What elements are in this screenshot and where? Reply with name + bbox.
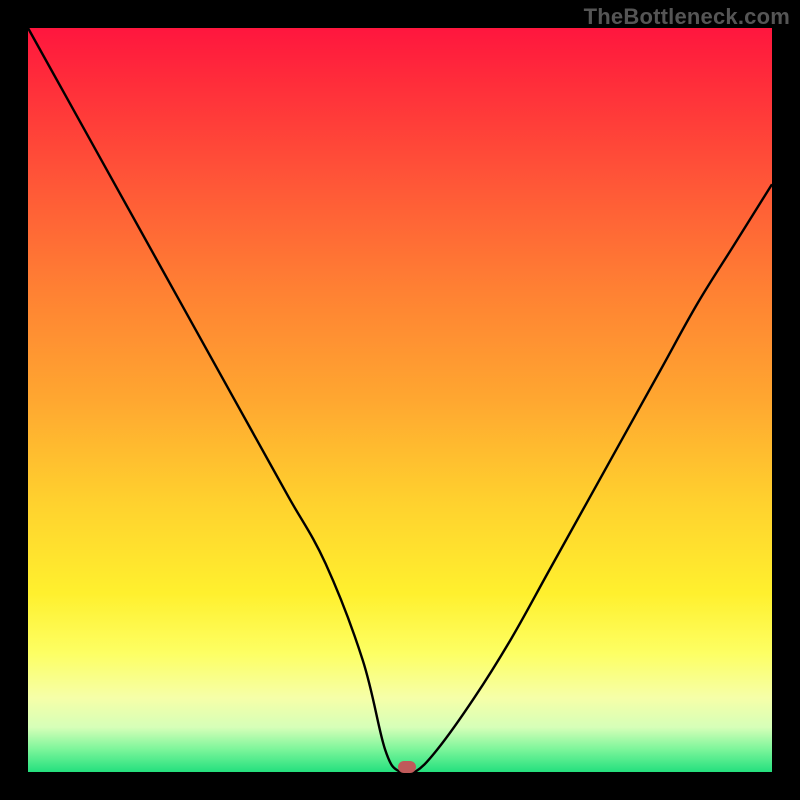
watermark-text: TheBottleneck.com bbox=[584, 4, 790, 30]
chart-frame: TheBottleneck.com bbox=[0, 0, 800, 800]
selected-marker bbox=[398, 761, 416, 773]
plot-area bbox=[28, 28, 772, 772]
bottleneck-curve bbox=[28, 28, 772, 772]
